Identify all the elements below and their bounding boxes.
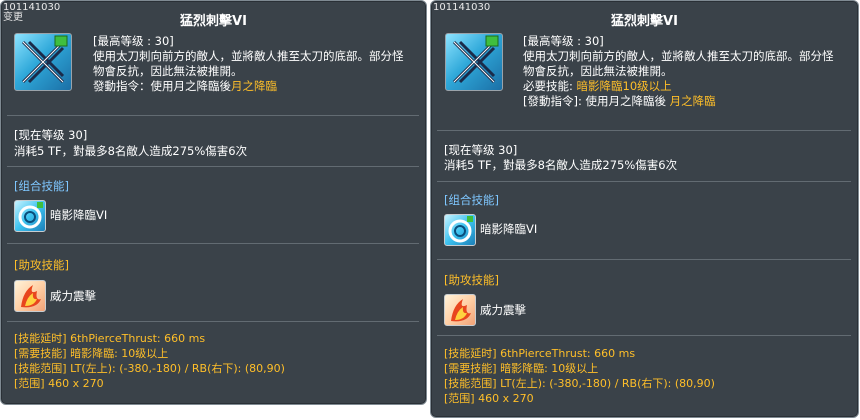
skill-tooltip-left: 101141030 变更 猛烈刺擊VI [最高等级 : 30] 使用太刀刺向前方… — [0, 0, 427, 405]
combo-skill-name: 暗影降臨VI — [50, 208, 108, 222]
divider — [437, 259, 851, 260]
info-area: [范围] 460 x 270 — [14, 377, 104, 390]
divider — [7, 166, 419, 167]
required-value: 暗影降臨10级以上 — [576, 79, 672, 93]
combo-header: [组合技能] — [14, 179, 69, 193]
required-skill-line: 必要技能: 暗影降臨10级以上 — [523, 79, 853, 94]
divider — [7, 243, 419, 244]
trigger-skill: 月之降臨 — [669, 94, 716, 108]
info-range: [技能范围] LT(左上): (-380,-180) / RB(右下): (80… — [14, 362, 285, 375]
assist-header: [助攻技能] — [444, 273, 499, 287]
shadow-vortex-skill-icon — [444, 214, 476, 246]
trigger-line: 發動指令：使用月之降臨後月之降臨 — [93, 79, 423, 94]
max-level-line: [最高等级 : 30] — [523, 34, 604, 48]
desc-line-2: 物會反抗，因此無法被推開。 — [523, 64, 673, 78]
flame-claw-skill-icon — [444, 294, 476, 326]
trigger-skill: 月之降臨 — [231, 79, 277, 93]
skill-info-block: [技能延时] 6thPierceThrust: 660 ms [需要技能] 暗影… — [14, 331, 285, 391]
divider — [437, 335, 851, 336]
trigger-label: [發動指令]: 使用月之降臨後 — [523, 94, 670, 108]
combo-skill-name: 暗影降臨VI — [480, 222, 538, 236]
skill-title: 猛烈刺擊VI — [180, 14, 247, 29]
assist-skill-name: 威力震擊 — [50, 289, 96, 303]
crossed-blades-skill-icon — [445, 33, 503, 91]
info-range: [技能范围] LT(左上): (-380,-180) / RB(右下): (80… — [444, 377, 715, 390]
divider — [437, 130, 851, 131]
info-required: [需要技能] 暗影降臨: 10级以上 — [14, 347, 169, 360]
required-label: 必要技能: — [523, 79, 577, 93]
info-area: [范围] 460 x 270 — [444, 392, 534, 405]
max-level-line: [最高等级 : 30] — [93, 34, 174, 48]
shadow-vortex-skill-icon — [14, 200, 46, 232]
trigger-line: [發動指令]: 使用月之降臨後 月之降臨 — [523, 94, 853, 109]
skill-info-block: [技能延时] 6thPierceThrust: 660 ms [需要技能] 暗影… — [444, 346, 715, 406]
assist-skill-name: 威力震擊 — [480, 303, 526, 317]
info-delay: [技能延时] 6thPierceThrust: 660 ms — [14, 332, 206, 345]
combo-header: [组合技能] — [444, 193, 499, 207]
skill-effect: 消耗5 TF，對最多8名敵人造成275%傷害6次 — [444, 158, 678, 172]
flame-claw-skill-icon — [14, 280, 46, 312]
skill-description: [最高等级 : 30] 使用太刀刺向前方的敵人，並將敵人推至太刀的底部。部分怪 … — [93, 34, 423, 94]
skill-tooltip-right: 101141030 猛烈刺擊VI [最高等级 : 30] 使用太刀刺向前方的敵人… — [430, 0, 859, 418]
divider — [7, 115, 419, 116]
skill-effect: 消耗5 TF，對最多8名敵人造成275%傷害6次 — [14, 144, 248, 158]
desc-line-1: 使用太刀刺向前方的敵人，並將敵人推至太刀的底部。部分怪 — [523, 49, 834, 63]
assist-header: [助攻技能] — [14, 258, 69, 272]
info-delay: [技能延时] 6thPierceThrust: 660 ms — [444, 347, 636, 360]
skill-title: 猛烈刺擊VI — [611, 14, 678, 29]
current-level: [现在等级 30] — [14, 128, 88, 142]
trigger-label: 發動指令：使用月之降臨後 — [93, 79, 231, 93]
divider — [7, 321, 419, 322]
info-required: [需要技能] 暗影降臨: 10级以上 — [444, 362, 599, 375]
divider — [437, 181, 851, 182]
desc-line-1: 使用太刀刺向前方的敵人，並將敵人推至太刀的底部。部分怪 — [93, 49, 404, 63]
desc-line-2: 物會反抗，因此無法被推開。 — [93, 64, 243, 78]
skill-description: [最高等级 : 30] 使用太刀刺向前方的敵人，並將敵人推至太刀的底部。部分怪 … — [523, 34, 853, 109]
current-level: [现在等级 30] — [444, 143, 518, 157]
crossed-blades-skill-icon — [14, 33, 72, 91]
